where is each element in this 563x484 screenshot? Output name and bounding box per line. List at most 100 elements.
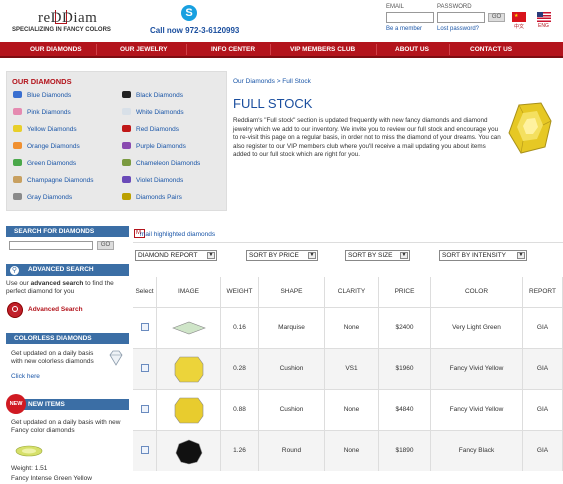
diamond-image-cell[interactable]: [157, 390, 221, 430]
logo-tagline: SPECIALIZING IN FANCY COLORS: [12, 27, 111, 33]
skype-icon[interactable]: S: [181, 5, 197, 21]
new-badge-icon: NEW: [6, 394, 26, 414]
nav-divider: [376, 44, 377, 55]
category-link[interactable]: Black Diamonds: [136, 92, 183, 99]
select-cell: [133, 390, 157, 430]
category-gem-icon: [122, 159, 131, 166]
weight-cell: 1.26: [221, 431, 259, 471]
chevron-down-icon: ▼: [308, 252, 316, 259]
sort-by-size-value: SORT BY SIZE: [348, 252, 393, 259]
new-items-text: Get updated on a daily basis with new Fa…: [11, 419, 121, 434]
column-header: IMAGE: [157, 277, 221, 307]
select-checkbox[interactable]: [141, 446, 149, 454]
mail-highlighted-link[interactable]: mail highlighted diamonds: [140, 231, 215, 238]
adv-text-part: Use our: [6, 280, 29, 287]
category-link[interactable]: Gray Diamonds: [27, 194, 72, 201]
select-checkbox[interactable]: [141, 405, 149, 413]
category-link[interactable]: Blue Diamonds: [27, 92, 71, 99]
our-diamonds-title: OUR DIAMONDS: [12, 77, 72, 86]
nav-about-us[interactable]: ABOUT US: [395, 46, 429, 53]
diamond-image-cell[interactable]: [157, 431, 221, 471]
category-gem-icon: [13, 108, 22, 115]
chevron-down-icon: ▼: [517, 252, 525, 259]
color-cell: Fancy Black: [431, 431, 523, 471]
category-gem-icon: [122, 108, 131, 115]
select-checkbox[interactable]: [141, 323, 149, 331]
category-link[interactable]: Chameleon Diamonds: [136, 160, 200, 167]
table-row[interactable]: 0.88 Cushion None $4840 Fancy Vivid Yellow GI…: [133, 389, 563, 430]
diamond-shape: [174, 397, 204, 424]
diamond-shape: [172, 321, 206, 335]
category-link[interactable]: Pink Diamonds: [27, 109, 71, 116]
clarity-cell: None: [325, 390, 379, 430]
column-header: PRICE: [379, 277, 431, 307]
report-cell: GIA: [523, 308, 563, 348]
advanced-search-link[interactable]: Advanced Search: [28, 306, 83, 313]
new-item-diamond-image[interactable]: [14, 445, 44, 457]
diamond-search-input[interactable]: [9, 241, 93, 250]
email-field[interactable]: [386, 12, 434, 23]
diamond-image-cell[interactable]: [157, 308, 221, 348]
category-gem-icon: [13, 142, 22, 149]
table-row[interactable]: 0.16 Marquise None $2400 Very Light Green GIA: [133, 307, 563, 348]
category-link[interactable]: Yellow Diamonds: [27, 126, 77, 133]
select-cell: [133, 308, 157, 348]
nav-info-center[interactable]: INFO CENTER: [211, 46, 255, 53]
category-link[interactable]: Red Diamonds: [136, 126, 179, 133]
diamond-image-cell[interactable]: [157, 349, 221, 389]
email-label: EMAIL: [386, 4, 405, 10]
category-gem-icon: [122, 193, 131, 200]
search-go-button[interactable]: GO: [97, 241, 114, 250]
sort-by-intensity-select[interactable]: SORT BY INTENSITY ▼: [439, 250, 527, 261]
phone-number: Call now 972-3-6120993: [150, 26, 240, 35]
advanced-search-icon[interactable]: [7, 302, 23, 318]
nav-vip-members-club[interactable]: VIP MEMBERS CLUB: [290, 46, 355, 53]
be-member-link[interactable]: Be a member: [386, 26, 422, 32]
diamond-report-select[interactable]: DIAMOND REPORT ▼: [135, 250, 217, 261]
login-go-button[interactable]: GO: [488, 13, 505, 22]
lost-password-link[interactable]: Lost password?: [437, 26, 479, 32]
new-item-weight: Weight: 1.51: [11, 465, 48, 472]
category-link[interactable]: Diamonds Pairs: [136, 194, 182, 201]
column-header: REPORT: [523, 277, 563, 307]
category-link[interactable]: Champagne Diamonds: [27, 177, 93, 184]
logo[interactable]: reDDiam SPECIALIZING IN FANCY COLORS: [12, 10, 111, 40]
nav-contact-us[interactable]: CONTACT US: [470, 46, 512, 53]
category-gem-icon: [13, 193, 22, 200]
category-link[interactable]: Purple Diamonds: [136, 143, 186, 150]
colorless-click-here-link[interactable]: Click here: [11, 373, 40, 380]
column-header: Select: [133, 277, 157, 307]
breadcrumb[interactable]: Our Diamonds > Full Stock: [233, 78, 311, 85]
category-link[interactable]: Orange Diamonds: [27, 143, 80, 150]
sort-by-price-value: SORT BY PRICE: [249, 252, 299, 259]
category-gem-icon: [122, 125, 131, 132]
sort-by-size-select[interactable]: SORT BY SIZE ▼: [345, 250, 410, 261]
table-row[interactable]: 0.28 Cushion VS1 $1960 Fancy Vivid Yellow GIA: [133, 348, 563, 389]
password-field[interactable]: [437, 12, 485, 23]
category-gem-icon: [122, 142, 131, 149]
shape-cell: Marquise: [259, 308, 325, 348]
color-cell: Very Light Green: [431, 308, 523, 348]
nav-our-jewelry[interactable]: OUR JEWELRY: [120, 46, 167, 53]
divider: [133, 242, 563, 243]
category-link[interactable]: White Diamonds: [136, 109, 184, 116]
flag-cn-label: 中文: [514, 24, 525, 30]
sort-by-price-select[interactable]: SORT BY PRICE ▼: [246, 250, 318, 261]
category-gem-icon: [13, 91, 22, 98]
category-gem-icon: [13, 159, 22, 166]
nav-our-diamonds[interactable]: OUR DIAMONDS: [30, 46, 82, 53]
select-cell: [133, 349, 157, 389]
table-row[interactable]: 1.26 Round None $1890 Fancy Black GIA: [133, 430, 563, 471]
chinese-flag-icon[interactable]: ★: [512, 12, 526, 22]
english-flag-icon[interactable]: [537, 12, 551, 22]
select-checkbox[interactable]: [141, 364, 149, 372]
nav-divider: [449, 44, 450, 55]
diamond-table: Select IMAGE WEIGHT SHAPE CLARITY PRICE COLOR R…: [133, 277, 563, 484]
diamond-thumbnail: [174, 397, 204, 424]
category-link[interactable]: Green Diamonds: [27, 160, 76, 167]
weight-cell: 0.16: [221, 308, 259, 348]
page-title: FULL STOCK: [233, 96, 313, 111]
our-diamonds-panel: OUR DIAMONDS Blue Diamonds Pink Diamonds Y…: [6, 71, 227, 211]
category-link[interactable]: Violet Diamonds: [136, 177, 183, 184]
shape-cell: Cushion: [259, 390, 325, 430]
